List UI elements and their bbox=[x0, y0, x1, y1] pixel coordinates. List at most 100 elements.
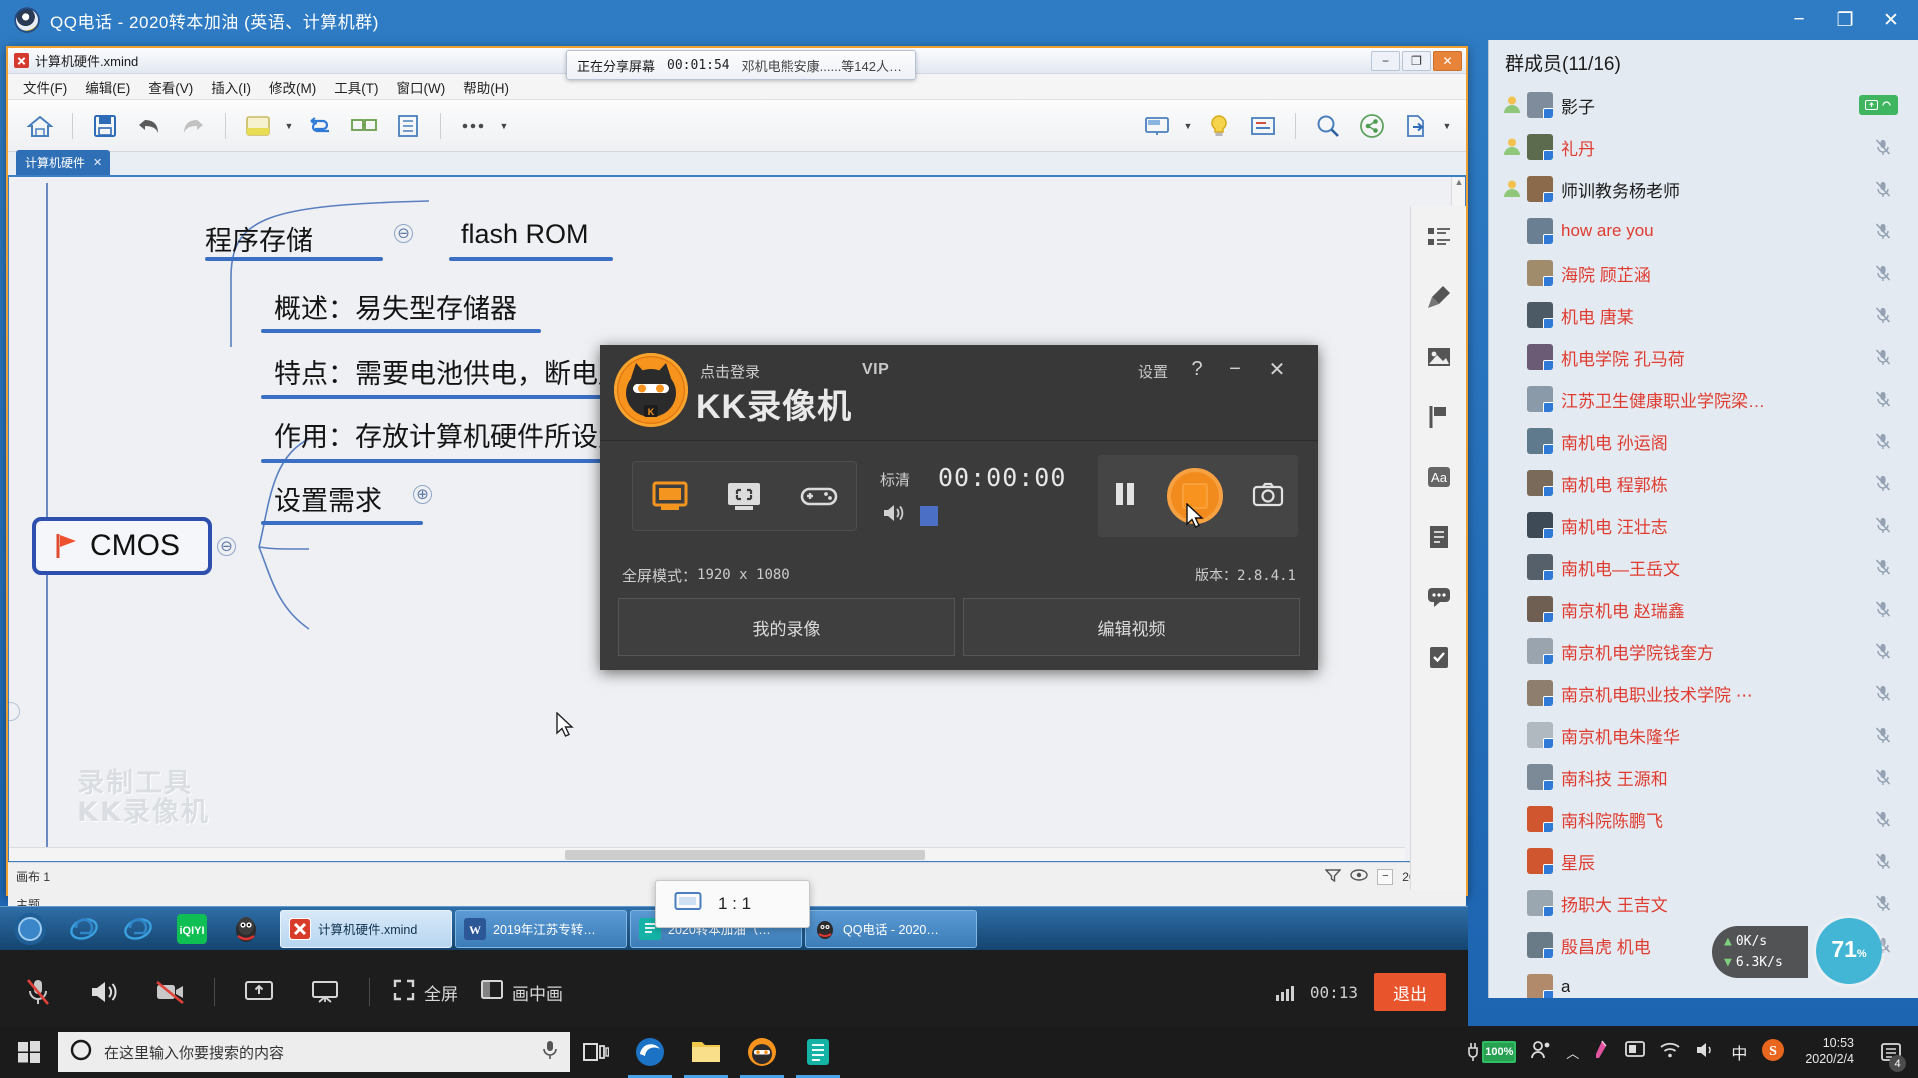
kk-close-button[interactable]: ✕ bbox=[1260, 355, 1294, 383]
node-flash-rom[interactable]: flash ROM bbox=[461, 219, 589, 250]
avatar[interactable] bbox=[1527, 92, 1553, 118]
xmind-maximize-button[interactable]: ❐ bbox=[1402, 50, 1431, 71]
kk-help-button[interactable]: ? bbox=[1180, 355, 1214, 383]
ie-icon[interactable] bbox=[58, 909, 110, 949]
home-icon[interactable] bbox=[20, 106, 60, 146]
node-cmos[interactable]: CMOS bbox=[32, 517, 212, 575]
member-row[interactable]: 机电学院 孔马荷 bbox=[1489, 336, 1918, 378]
mic-muted-icon[interactable] bbox=[1874, 180, 1892, 198]
microphone-icon[interactable] bbox=[542, 1040, 558, 1064]
node-program-storage[interactable]: 程序存储 bbox=[205, 219, 313, 258]
relationship-icon[interactable] bbox=[344, 106, 384, 146]
tab-computer-hardware[interactable]: 计算机硬件 ✕ bbox=[16, 150, 111, 175]
member-row[interactable]: 机电 唐某 bbox=[1489, 294, 1918, 336]
outline-icon[interactable] bbox=[388, 106, 428, 146]
mic-muted-icon[interactable] bbox=[1874, 852, 1892, 870]
collapse-toggle-1[interactable]: ⊖ bbox=[394, 224, 413, 243]
member-row[interactable]: 影子 bbox=[1489, 84, 1918, 126]
wifi-icon[interactable] bbox=[1659, 1041, 1681, 1064]
share-screen-icon[interactable] bbox=[237, 970, 281, 1014]
notes-green-icon[interactable] bbox=[790, 1026, 846, 1078]
mic-muted-icon[interactable] bbox=[1874, 642, 1892, 660]
menu-window[interactable]: 窗口(W) bbox=[388, 74, 455, 100]
battery-indicator[interactable]: 100% bbox=[1467, 1041, 1517, 1063]
member-row[interactable]: 南科院陈鹏飞 bbox=[1489, 798, 1918, 840]
my-recordings-button[interactable]: 我的录像 bbox=[618, 598, 955, 656]
avatar[interactable] bbox=[1527, 764, 1553, 790]
notes-panel-icon[interactable] bbox=[1243, 106, 1283, 146]
edit-video-button[interactable]: 编辑视频 bbox=[963, 598, 1300, 656]
screen-mode-icon[interactable] bbox=[644, 474, 696, 518]
file-explorer-icon[interactable] bbox=[678, 1026, 734, 1078]
mic-muted-icon[interactable] bbox=[1874, 810, 1892, 828]
outline-list-icon[interactable] bbox=[1422, 220, 1456, 254]
caret-down-icon-3[interactable]: ▼ bbox=[1181, 106, 1195, 146]
exit-call-button[interactable]: 退出 bbox=[1374, 973, 1446, 1011]
tablet-mode-icon[interactable] bbox=[1625, 1040, 1646, 1064]
search-input[interactable]: 在这里输入你要搜索的内容 bbox=[58, 1032, 570, 1072]
tab-close-icon[interactable]: ✕ bbox=[93, 156, 102, 169]
mic-muted-icon[interactable] bbox=[1874, 768, 1892, 786]
mic-muted-icon[interactable] bbox=[16, 970, 60, 1014]
menu-view[interactable]: 查看(V) bbox=[139, 74, 202, 100]
marker-flag-icon[interactable] bbox=[1422, 400, 1456, 434]
xmind-minimize-button[interactable]: − bbox=[1371, 50, 1400, 71]
start-orb-icon[interactable] bbox=[4, 909, 56, 949]
node-setting-requirements[interactable]: 设置需求 bbox=[274, 479, 382, 518]
members-list[interactable]: 影子 礼丹 师训教务杨老师 how are you 海院 顾芷涵 机电 唐某 机电学院 孔马… bbox=[1489, 84, 1918, 998]
sogou-icon[interactable]: S bbox=[1761, 1038, 1785, 1067]
menu-modify[interactable]: 修改(M) bbox=[260, 74, 325, 100]
pause-icon[interactable] bbox=[1112, 480, 1138, 513]
avatar[interactable] bbox=[1527, 134, 1553, 160]
avatar[interactable] bbox=[1527, 218, 1553, 244]
kk-recorder-icon[interactable] bbox=[734, 1026, 790, 1078]
taskbar-clock[interactable]: 10:53 2020/2/4 bbox=[1799, 1036, 1860, 1067]
avatar[interactable] bbox=[1527, 470, 1553, 496]
member-row[interactable]: 南机电 汪壮志 bbox=[1489, 504, 1918, 546]
taskbar-item[interactable]: 计算机硬件.xmind bbox=[280, 909, 452, 948]
canvas-hscroll-thumb[interactable] bbox=[565, 850, 925, 860]
iqiyi-icon[interactable]: iQIYI bbox=[166, 909, 218, 949]
avatar[interactable] bbox=[1527, 344, 1553, 370]
member-row[interactable]: how are you bbox=[1489, 210, 1918, 252]
redo-icon[interactable] bbox=[173, 106, 213, 146]
node-purpose[interactable]: 作用：存放计算机硬件所设置 bbox=[274, 415, 625, 454]
avatar[interactable] bbox=[1527, 806, 1553, 832]
member-row[interactable]: 南机电 程郭栋 bbox=[1489, 462, 1918, 504]
speaker-icon[interactable] bbox=[882, 503, 906, 528]
collapse-toggle-2[interactable]: ⊖ bbox=[217, 537, 236, 556]
speaker-icon[interactable] bbox=[82, 970, 126, 1014]
presentation-icon[interactable] bbox=[1137, 106, 1177, 146]
windows-logo-icon[interactable] bbox=[0, 1026, 58, 1078]
menu-edit[interactable]: 编辑(E) bbox=[76, 74, 139, 100]
avatar[interactable] bbox=[1527, 890, 1553, 916]
save-icon[interactable] bbox=[85, 106, 125, 146]
mic-muted-icon[interactable] bbox=[1874, 222, 1892, 240]
mic-muted-icon[interactable] bbox=[1874, 684, 1892, 702]
mic-muted-icon[interactable] bbox=[1874, 432, 1892, 450]
ie-icon-2[interactable] bbox=[112, 909, 164, 949]
mic-muted-icon[interactable] bbox=[1874, 726, 1892, 744]
pip-button[interactable]: 画中画 bbox=[480, 979, 563, 1006]
sharing-screen-badge[interactable] bbox=[1859, 95, 1898, 115]
note-icon[interactable] bbox=[238, 106, 278, 146]
volume-icon[interactable] bbox=[1695, 1041, 1717, 1064]
scroll-up-arrow[interactable]: ▲ bbox=[1454, 177, 1464, 191]
notes-icon[interactable] bbox=[1422, 520, 1456, 554]
qq-penguin-icon[interactable] bbox=[220, 909, 272, 949]
close-button[interactable]: ✕ bbox=[1868, 0, 1914, 40]
avatar[interactable] bbox=[1527, 932, 1553, 958]
undo-icon[interactable] bbox=[129, 106, 169, 146]
avatar[interactable] bbox=[1527, 596, 1553, 622]
windows-taskbar[interactable]: 在这里输入你要搜索的内容 100% ︿ 中 S 10:53 2020/2/4 4 bbox=[0, 1026, 1918, 1078]
member-row[interactable]: 南京机电职业技术学院 ⋯ bbox=[1489, 672, 1918, 714]
caret-down-icon-2[interactable]: ▼ bbox=[497, 106, 511, 146]
kk-minimize-button[interactable]: − bbox=[1218, 355, 1252, 383]
notification-center-icon[interactable]: 4 bbox=[1874, 1026, 1908, 1078]
caret-down-icon[interactable]: ▼ bbox=[282, 106, 296, 146]
kk-vip-label[interactable]: VIP bbox=[862, 361, 889, 379]
kk-settings-button[interactable]: 设置 bbox=[1138, 361, 1168, 382]
avatar[interactable] bbox=[1527, 848, 1553, 874]
canvas-hscrollbar[interactable] bbox=[9, 847, 1405, 861]
member-row[interactable]: 南京机电 赵瑞鑫 bbox=[1489, 588, 1918, 630]
